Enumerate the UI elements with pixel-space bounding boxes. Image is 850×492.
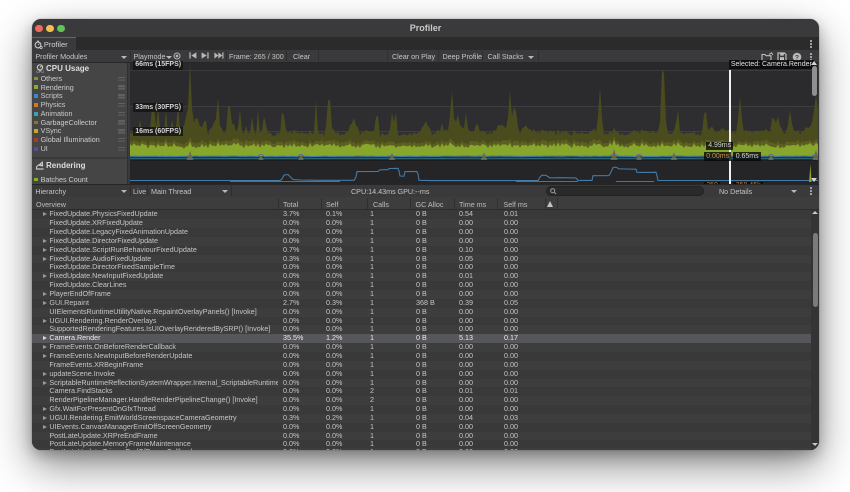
- svg-text:CPU: CPU: [36, 70, 44, 73]
